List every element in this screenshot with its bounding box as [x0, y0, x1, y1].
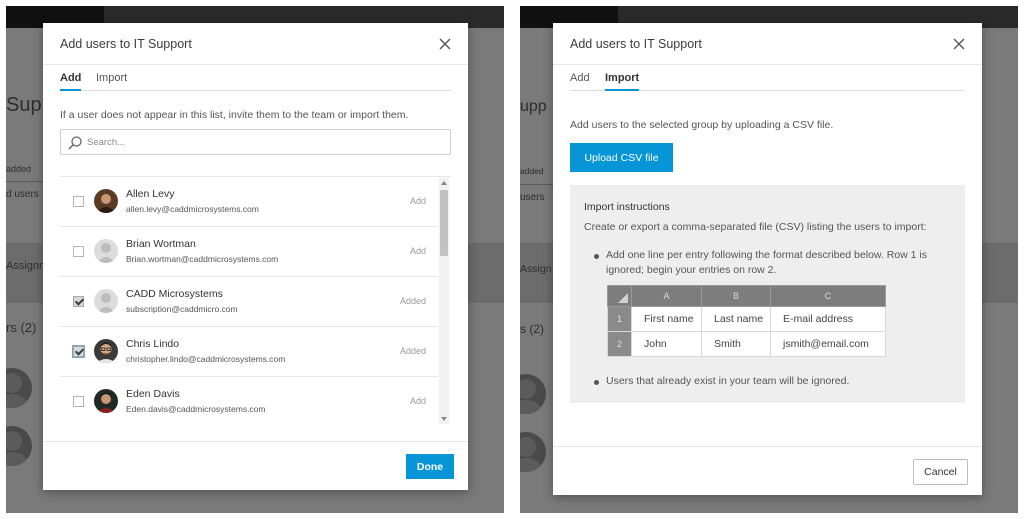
dialog-header: Add users to IT Support — [43, 23, 468, 65]
bg-added-label: added — [520, 166, 544, 176]
scrollbar-thumb[interactable] — [440, 190, 448, 256]
list-scrollbar[interactable] — [439, 178, 449, 424]
user-checkbox[interactable] — [73, 196, 84, 207]
avatar-placeholder-icon — [94, 239, 118, 263]
table-cell: Last name — [701, 306, 771, 332]
bg-assignments-tab: Assign — [520, 263, 552, 275]
user-checkbox[interactable] — [72, 345, 85, 358]
add-user-button[interactable]: Add — [410, 396, 426, 406]
column-header: B — [701, 285, 771, 307]
bg-group-title: upp — [520, 98, 547, 115]
bg-avatar-icon — [520, 432, 546, 472]
bg-added-label: added — [6, 164, 32, 174]
csv-format-table: A B C 1 First name Last name E-mail addr… — [607, 285, 886, 357]
close-icon[interactable] — [950, 35, 968, 53]
bullet-icon — [594, 254, 599, 259]
list-item[interactable]: Eden Davis Eden.davis@caddmicrosystems.c… — [60, 377, 438, 425]
table-cell: First name — [631, 306, 702, 332]
user-checkbox[interactable] — [73, 296, 84, 307]
user-email: christopher.lindo@caddmicrosystems.com — [126, 354, 286, 364]
bg-add-users-link: d users — [6, 189, 39, 200]
dialog-header: Add users to IT Support — [553, 23, 982, 65]
user-email: allen.levy@caddmicrosystems.com — [126, 204, 259, 214]
table-cell: jsmith@email.com — [770, 331, 886, 357]
bg-assignments-tab: Assignm — [6, 260, 49, 272]
search-box — [60, 129, 451, 155]
scroll-up-arrow-icon[interactable] — [441, 181, 447, 185]
list-item[interactable]: CADD Microsystems subscription@caddmicro… — [60, 277, 438, 327]
table-corner — [607, 285, 632, 307]
import-description: Add users to the selected group by uploa… — [570, 119, 834, 131]
instruction-text: ignored; begin your entries on row 2. — [606, 264, 777, 276]
add-user-button[interactable]: Add — [410, 196, 426, 206]
added-status: Added — [399, 346, 426, 356]
instructions-title: Import instructions — [584, 201, 670, 213]
user-checkbox[interactable] — [73, 396, 84, 407]
row-number: 2 — [607, 331, 632, 357]
dialog-title: Add users to IT Support — [60, 37, 192, 51]
close-icon[interactable] — [436, 35, 454, 53]
user-email: Brian.wortman@caddmicrosystems.com — [126, 254, 279, 264]
added-status: Added — [399, 296, 426, 306]
list-item[interactable]: Allen Levy allen.levy@caddmicrosystems.c… — [60, 177, 438, 227]
scroll-down-arrow-icon[interactable] — [441, 417, 447, 421]
dialog-tabs: Add Import — [570, 72, 965, 91]
dialog-footer: Done — [43, 441, 468, 490]
table-cell: Smith — [701, 331, 771, 357]
table-cell: E-mail address — [770, 306, 886, 332]
user-email: Eden.davis@caddmicrosystems.com — [126, 404, 266, 414]
column-header: A — [631, 285, 702, 307]
import-instructions-panel: Import instructions Create or export a c… — [570, 185, 965, 403]
add-user-button[interactable]: Add — [410, 246, 426, 256]
user-email: subscription@caddmicro.com — [126, 304, 238, 314]
upload-csv-button[interactable]: Upload CSV file — [570, 143, 673, 172]
cancel-button[interactable]: Cancel — [913, 459, 968, 485]
add-users-dialog: Add users to IT Support Add Import If a … — [43, 23, 468, 490]
avatar — [94, 189, 118, 213]
user-name: Eden Davis — [126, 388, 180, 400]
bg-avatar-icon — [6, 368, 32, 408]
bg-avatar-icon — [520, 374, 546, 414]
bg-members-count: s (2) — [520, 322, 544, 336]
user-name: Allen Levy — [126, 188, 175, 200]
instruction-text: Users that already exist in your team wi… — [606, 375, 850, 387]
instruction-text: Add one line per entry following the for… — [606, 249, 928, 261]
tab-add[interactable]: Add — [570, 72, 590, 91]
done-button[interactable]: Done — [406, 454, 454, 479]
dialog-tabs: Add Import — [60, 72, 451, 91]
user-name: Brian Wortman — [126, 238, 196, 250]
tab-add[interactable]: Add — [60, 72, 82, 91]
bg-add-users-link: users — [520, 192, 545, 203]
avatar-placeholder-icon — [94, 289, 118, 313]
bg-members-count: rs (2) — [6, 320, 37, 335]
import-users-dialog: Add users to IT Support Add Import Add u… — [553, 23, 982, 495]
avatar — [94, 389, 118, 413]
tab-import[interactable]: Import — [96, 72, 127, 91]
bg-avatar-icon — [6, 426, 32, 466]
column-header: C — [770, 285, 886, 307]
tab-import[interactable]: Import — [605, 72, 640, 91]
dialog-title: Add users to IT Support — [570, 37, 702, 51]
table-cell: John — [631, 331, 702, 357]
hint-text: If a user does not appear in this list, … — [60, 109, 409, 121]
row-number: 1 — [607, 306, 632, 332]
instructions-subtitle: Create or export a comma-separated file … — [584, 221, 927, 233]
bullet-icon — [594, 380, 599, 385]
user-name: Chris Lindo — [126, 338, 180, 350]
list-item[interactable]: Chris Lindo christopher.lindo@caddmicros… — [60, 327, 438, 377]
user-checkbox[interactable] — [73, 246, 84, 257]
search-icon — [67, 135, 83, 156]
dialog-footer: Cancel — [553, 446, 982, 495]
user-list: Allen Levy allen.levy@caddmicrosystems.c… — [60, 176, 451, 425]
list-item[interactable]: Brian Wortman Brian.wortman@caddmicrosys… — [60, 227, 438, 277]
search-input[interactable] — [87, 133, 437, 151]
avatar — [94, 339, 118, 363]
user-name: CADD Microsystems — [126, 288, 223, 300]
